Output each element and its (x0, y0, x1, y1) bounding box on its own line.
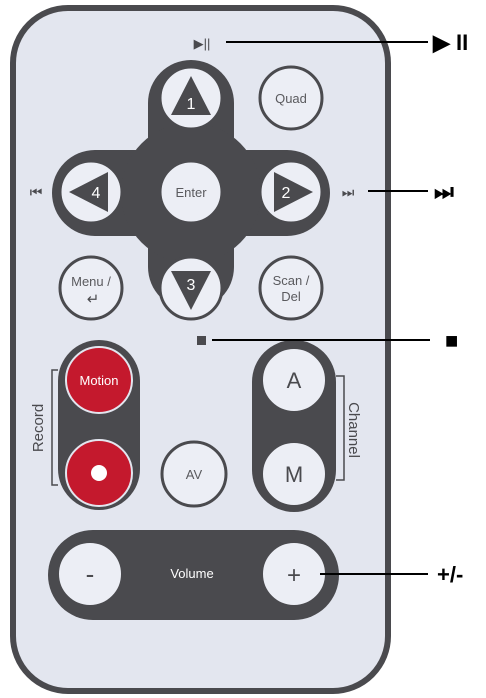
dpad-left-button[interactable]: 4 (58, 159, 124, 225)
scan-del-button[interactable]: Scan / Del (258, 255, 324, 321)
dpad-down-label: 3 (187, 277, 196, 294)
dpad-up-button[interactable]: 1 (158, 65, 224, 131)
channel-a-label: A (287, 368, 302, 393)
play-pause-icon: ▶|| (194, 36, 211, 51)
dpad-up-label: 1 (187, 96, 196, 113)
volume-plus-label: + (287, 562, 301, 589)
stop-callout-label: ■ (445, 328, 458, 353)
record-label: Record (30, 404, 47, 452)
channel-m-button[interactable]: M (261, 441, 327, 507)
volume-label: Volume (170, 566, 213, 581)
dpad-left-label: 4 (92, 185, 101, 202)
play-pause-callout-label: ▶ II (432, 30, 468, 55)
channel-m-label: M (285, 462, 303, 487)
av-button[interactable]: AV (160, 440, 228, 508)
next-callout-label: ⏭ (434, 179, 454, 204)
channel-label: Channel (345, 402, 362, 458)
record-dot-icon (91, 465, 107, 481)
menu-label: Menu / (71, 274, 111, 289)
next-icon: ⏭ (342, 184, 355, 200)
stop-icon (197, 336, 206, 345)
dpad-right-label: 2 (282, 185, 291, 202)
volume-up-button[interactable]: + (261, 541, 327, 607)
dpad-down-button[interactable]: 3 (158, 255, 224, 321)
quad-label: Quad (275, 91, 307, 106)
volume-minus-label: - (86, 559, 95, 589)
record-button[interactable] (65, 439, 133, 507)
return-icon: ↵ (87, 291, 100, 308)
volume-callout-label: +/- (437, 562, 463, 587)
remote-diagram: ▶|| 1 4 2 3 Enter ⏮ ⏭ Quad Menu / ↵ Scan… (10, 5, 468, 694)
menu-button[interactable]: Menu / ↵ (58, 255, 124, 321)
dpad-right-button[interactable]: 2 (258, 159, 324, 225)
av-label: AV (186, 467, 203, 482)
quad-button[interactable]: Quad (258, 65, 324, 131)
motion-label: Motion (79, 373, 118, 388)
motion-button[interactable]: Motion (65, 346, 133, 414)
enter-button[interactable]: Enter (158, 159, 224, 225)
volume-down-button[interactable]: - (57, 541, 123, 607)
previous-icon: ⏮ (30, 184, 43, 200)
scan-label: Scan / (273, 273, 310, 288)
del-label: Del (281, 289, 301, 304)
enter-label: Enter (175, 185, 207, 200)
channel-a-button[interactable]: A (261, 347, 327, 413)
